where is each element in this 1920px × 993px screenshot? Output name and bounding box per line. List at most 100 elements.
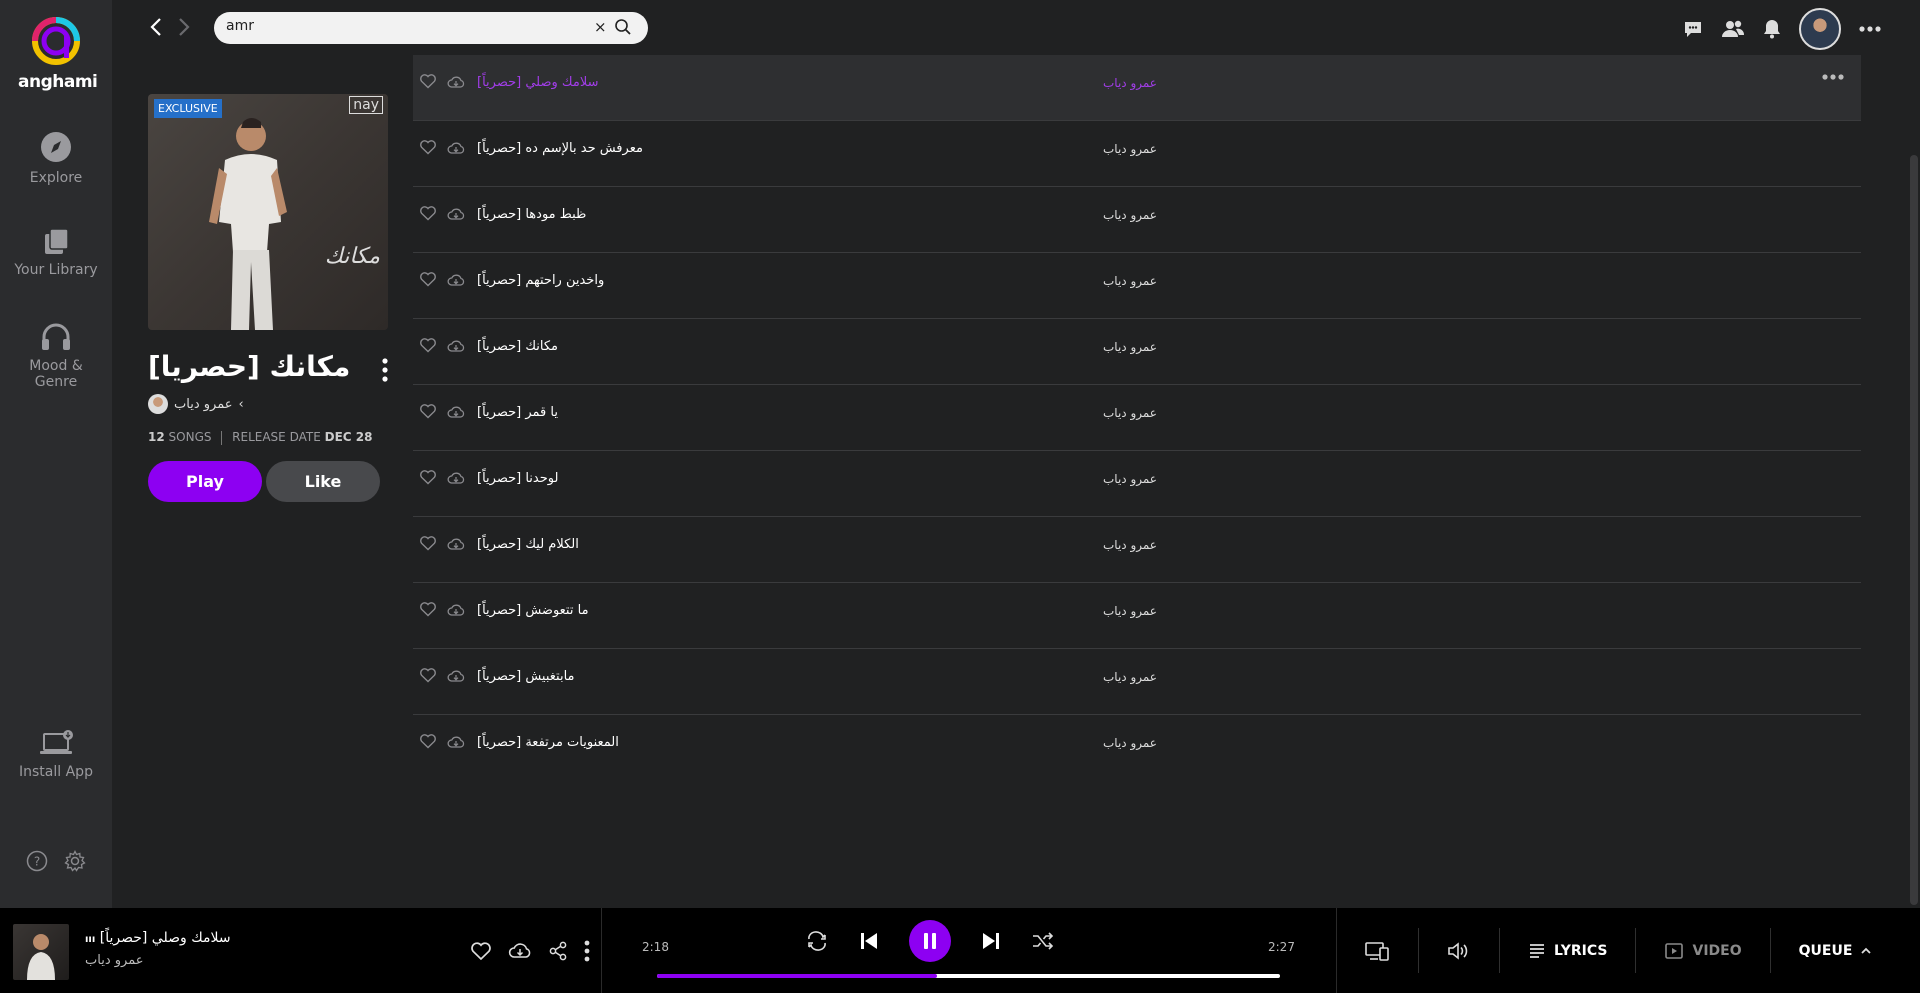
track-title[interactable]: الكلام ليك [حصرياً] (477, 537, 579, 552)
now-playing-title[interactable]: ııı سلامك وصلي [حصرياً] (85, 930, 231, 946)
download-cloud-icon[interactable] (447, 140, 465, 156)
heart-icon[interactable] (419, 733, 437, 749)
heart-icon[interactable] (419, 73, 437, 89)
settings-gear-icon[interactable] (64, 850, 86, 872)
clear-search-icon[interactable]: × (594, 18, 607, 36)
album-artist[interactable]: عمرو دياب ‹ (148, 394, 388, 414)
table-row[interactable]: ما تتعوضش [حصرياً] عمرو دياب (413, 583, 1861, 649)
user-avatar[interactable] (1799, 8, 1841, 50)
next-track-icon[interactable] (981, 931, 1001, 951)
shuffle-icon[interactable] (1031, 931, 1055, 951)
help-icon[interactable]: ? (26, 850, 48, 872)
table-row[interactable]: معرفش حد بالإسم ده [حصرياً] عمرو دياب (413, 121, 1861, 187)
search-icon[interactable] (614, 18, 632, 36)
anghami-logo[interactable]: anghami (18, 16, 98, 92)
devices-button[interactable] (1336, 928, 1419, 973)
heart-icon[interactable] (419, 601, 437, 617)
equalizer-icon: ııı (85, 934, 96, 945)
queue-button[interactable]: QUEUE (1771, 928, 1901, 973)
track-artist[interactable]: عمرو دياب (1103, 274, 1157, 288)
heart-icon[interactable] (419, 469, 437, 485)
heart-icon[interactable] (419, 535, 437, 551)
heart-icon[interactable] (419, 139, 437, 155)
table-row[interactable]: سلامك وصلي [حصرياً] عمرو دياب (413, 55, 1861, 121)
track-title[interactable]: ظبط مودها [حصرياً] (477, 207, 586, 222)
nav-mood-genre[interactable]: Mood & Genre (0, 322, 112, 390)
search-bar[interactable]: × (214, 12, 648, 44)
track-title[interactable]: المعنويات مرتفعة [حصرياً] (477, 735, 619, 750)
track-title[interactable]: مابتغبيش [حصرياً] (477, 669, 575, 684)
video-button[interactable]: VIDEO (1636, 928, 1771, 973)
pause-button[interactable] (909, 920, 951, 962)
like-button[interactable]: Like (266, 460, 380, 502)
table-row[interactable]: يا قمر [حصرياً] عمرو دياب (413, 385, 1861, 451)
track-artist[interactable]: عمرو دياب (1103, 670, 1157, 684)
download-cloud-icon[interactable] (447, 74, 465, 90)
download-cloud-icon[interactable] (447, 338, 465, 354)
table-row[interactable]: المعنويات مرتفعة [حصرياً] عمرو دياب (413, 715, 1861, 781)
repeat-icon[interactable] (805, 930, 829, 952)
track-title[interactable]: لوحدنا [حصرياً] (477, 471, 558, 486)
more-options-icon[interactable] (1858, 25, 1882, 33)
nav-install-app[interactable]: Install App (0, 728, 112, 780)
track-artist[interactable]: عمرو دياب (1103, 604, 1157, 618)
track-more-icon[interactable] (1821, 73, 1845, 81)
volume-icon (1448, 941, 1468, 960)
table-row[interactable]: واخدين راحتهم [حصرياً] عمرو دياب (413, 253, 1861, 319)
volume-button[interactable] (1419, 928, 1500, 973)
track-artist[interactable]: عمرو دياب (1103, 76, 1157, 90)
heart-icon[interactable] (419, 205, 437, 221)
track-artist[interactable]: عمرو دياب (1103, 208, 1157, 222)
search-input[interactable] (226, 18, 576, 34)
like-heart-icon[interactable] (470, 941, 492, 961)
download-cloud-icon[interactable] (447, 470, 465, 486)
heart-icon[interactable] (419, 667, 437, 683)
now-playing-artist[interactable]: عمرو دياب (85, 953, 143, 968)
download-cloud-icon[interactable] (447, 404, 465, 420)
download-cloud-icon[interactable] (447, 602, 465, 618)
previous-track-icon[interactable] (859, 931, 879, 951)
track-artist[interactable]: عمرو دياب (1103, 538, 1157, 552)
track-title[interactable]: يا قمر [حصرياً] (477, 405, 558, 420)
player-more-icon[interactable] (584, 940, 590, 962)
download-cloud-icon[interactable] (447, 668, 465, 684)
album-options-icon[interactable] (382, 358, 388, 382)
download-cloud-icon[interactable] (447, 206, 465, 222)
track-title[interactable]: سلامك وصلي [حصرياً] (477, 75, 599, 90)
download-cloud-icon[interactable] (447, 536, 465, 552)
chat-icon[interactable] (1682, 18, 1704, 40)
nav-your-library[interactable]: Your Library (0, 226, 112, 278)
forward-arrow-icon[interactable] (174, 15, 194, 39)
table-row[interactable]: لوحدنا [حصرياً] عمرو دياب (413, 451, 1861, 517)
play-button[interactable]: Play (148, 460, 262, 502)
progress-bar[interactable] (657, 974, 1280, 978)
table-row[interactable]: الكلام ليك [حصرياً] عمرو دياب (413, 517, 1861, 583)
heart-icon[interactable] (419, 337, 437, 353)
track-artist[interactable]: عمرو دياب (1103, 406, 1157, 420)
track-title[interactable]: واخدين راحتهم [حصرياً] (477, 273, 604, 288)
share-icon[interactable] (548, 941, 568, 961)
track-title[interactable]: معرفش حد بالإسم ده [حصرياً] (477, 141, 643, 156)
track-artist[interactable]: عمرو دياب (1103, 142, 1157, 156)
track-artist[interactable]: عمرو دياب (1103, 340, 1157, 354)
table-row[interactable]: مابتغبيش [حصرياً] عمرو دياب (413, 649, 1861, 715)
download-cloud-icon[interactable] (447, 734, 465, 750)
back-arrow-icon[interactable] (146, 15, 166, 39)
track-artist[interactable]: عمرو دياب (1103, 736, 1157, 750)
track-artist[interactable]: عمرو دياب (1103, 472, 1157, 486)
table-row[interactable]: ظبط مودها [حصرياً] عمرو دياب (413, 187, 1861, 253)
friends-icon[interactable] (1721, 18, 1745, 40)
track-title[interactable]: مكانك [حصرياً] (477, 339, 558, 354)
album-cover[interactable]: EXCLUSIVE nay مكانك (148, 94, 388, 330)
heart-icon[interactable] (419, 403, 437, 419)
scrollbar[interactable] (1910, 155, 1918, 905)
download-icon[interactable] (508, 941, 532, 961)
nav-explore[interactable]: Explore (0, 130, 112, 186)
notifications-bell-icon[interactable] (1762, 18, 1782, 40)
table-row[interactable]: مكانك [حصرياً] عمرو دياب (413, 319, 1861, 385)
now-playing-cover[interactable] (13, 924, 69, 980)
download-cloud-icon[interactable] (447, 272, 465, 288)
lyrics-button[interactable]: LYRICS (1500, 928, 1637, 973)
heart-icon[interactable] (419, 271, 437, 287)
track-title[interactable]: ما تتعوضش [حصرياً] (477, 603, 589, 618)
